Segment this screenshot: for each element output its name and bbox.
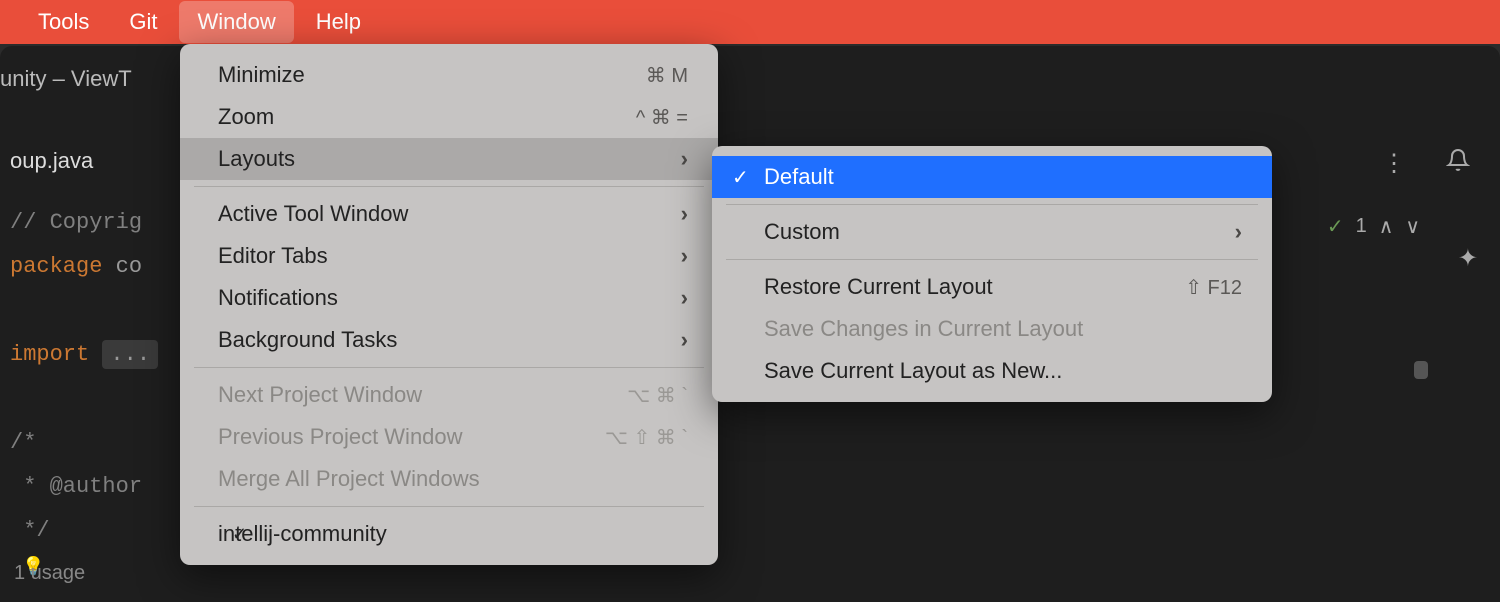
code-editor[interactable]: // Copyrig package co import ... /* * @a… [10, 201, 158, 553]
submenu-item-custom[interactable]: Custom› [712, 211, 1272, 253]
scrollbar-thumb[interactable] [1414, 361, 1428, 379]
menu-item-merge-all-windows: Merge All Project Windows [180, 458, 718, 500]
layouts-submenu: ✓Default Custom› Restore Current Layout⇧… [712, 146, 1272, 402]
scrollbar[interactable] [1414, 206, 1428, 602]
sparkle-icon[interactable]: ✦ [1458, 244, 1478, 273]
editor-line: /* [10, 421, 158, 465]
submenu-item-save-as-new[interactable]: Save Current Layout as New... [712, 350, 1272, 392]
menubar-item-window[interactable]: Window [179, 1, 293, 43]
editor-line: import ... [10, 333, 158, 377]
menu-item-active-tool-window[interactable]: Active Tool Window› [180, 193, 718, 235]
editor-line: * @author [10, 465, 158, 509]
chevron-right-icon: › [1235, 219, 1242, 245]
menu-separator [726, 259, 1258, 260]
file-tab[interactable]: oup.java [10, 148, 93, 174]
menubar: Tools Git Window Help [0, 0, 1500, 44]
menu-separator [194, 186, 704, 187]
bell-icon[interactable] [1446, 148, 1470, 179]
menubar-item-help[interactable]: Help [298, 1, 379, 43]
menu-separator [726, 204, 1258, 205]
menu-item-notifications[interactable]: Notifications› [180, 277, 718, 319]
editor-line: package co [10, 245, 158, 289]
menu-item-minimize[interactable]: Minimize⌘ M [180, 54, 718, 96]
chevron-right-icon: › [681, 201, 688, 227]
window-menu: Minimize⌘ M Zoom^ ⌘ = Layouts› Active To… [180, 44, 718, 565]
menu-item-zoom[interactable]: Zoom^ ⌘ = [180, 96, 718, 138]
menu-separator [194, 367, 704, 368]
usage-hint[interactable]: 1 usage [14, 562, 85, 585]
chevron-right-icon: › [681, 146, 688, 172]
check-icon: ✓ [732, 165, 749, 190]
toolbar-right: ⋮ [1382, 148, 1470, 179]
nav-up-icon[interactable]: ∧ [1379, 214, 1394, 239]
window-title: unity – ViewT [0, 66, 132, 92]
chevron-right-icon: › [681, 243, 688, 269]
submenu-item-default[interactable]: ✓Default [712, 156, 1272, 198]
check-icon[interactable]: ✓ [1327, 214, 1344, 239]
editor-line: // Copyrig [10, 201, 158, 245]
menu-item-background-tasks[interactable]: Background Tasks› [180, 319, 718, 361]
editor-line: */ [10, 509, 158, 553]
menu-item-layouts[interactable]: Layouts› [180, 138, 718, 180]
menu-item-project-intellij-community[interactable]: ✓intellij-community [180, 513, 718, 555]
submenu-item-restore-layout[interactable]: Restore Current Layout⇧ F12 [712, 266, 1272, 308]
menubar-item-git[interactable]: Git [111, 1, 175, 43]
chevron-right-icon: › [681, 285, 688, 311]
menu-separator [194, 506, 704, 507]
chevron-right-icon: › [681, 327, 688, 353]
menu-item-editor-tabs[interactable]: Editor Tabs› [180, 235, 718, 277]
menu-item-previous-project-window: Previous Project Window⌥ ⇧ ⌘ ` [180, 416, 718, 458]
submenu-item-save-changes: Save Changes in Current Layout [712, 308, 1272, 350]
check-icon: ✓ [232, 524, 247, 545]
problems-count: 1 [1356, 215, 1367, 238]
more-icon[interactable]: ⋮ [1382, 149, 1406, 178]
editor-line [10, 289, 158, 333]
editor-line [10, 377, 158, 421]
menubar-item-tools[interactable]: Tools [20, 1, 107, 43]
menu-item-next-project-window: Next Project Window⌥ ⌘ ` [180, 374, 718, 416]
editor-toolbar: ✓ 1 ∧ ∨ [1327, 214, 1420, 239]
